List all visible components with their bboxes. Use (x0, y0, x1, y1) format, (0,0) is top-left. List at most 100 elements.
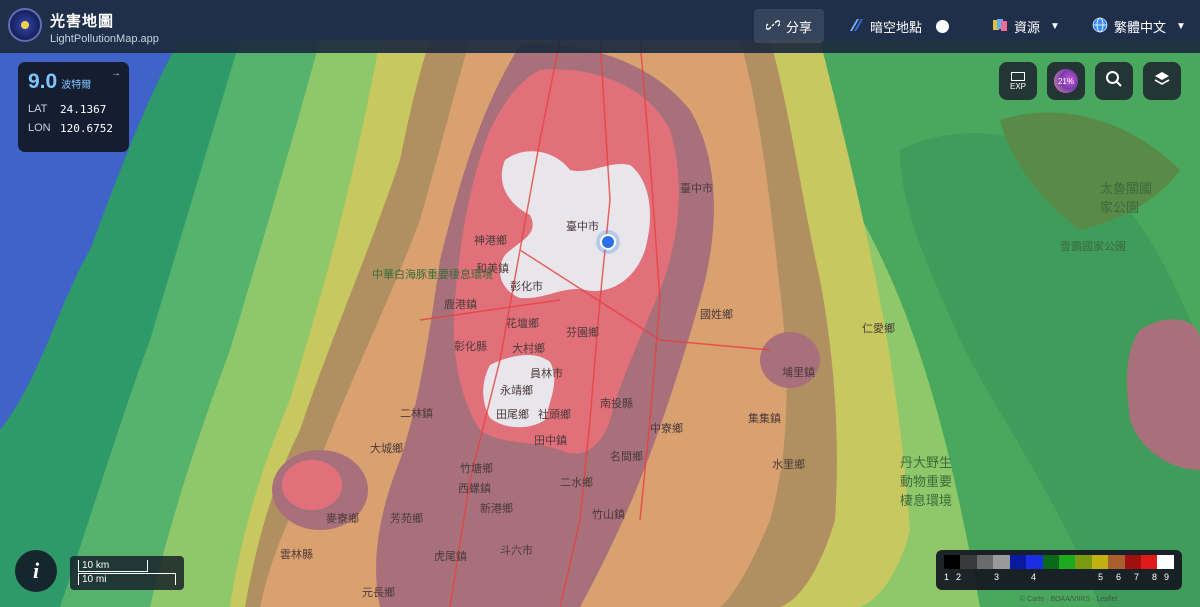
globe-icon (1092, 17, 1108, 36)
bortle-reading: 9.0 波特爾 (28, 70, 119, 94)
map-place-label: 水里鄉 (772, 459, 805, 471)
map-place-label: 國姓鄉 (700, 309, 733, 321)
map-place-label: 大城鄉 (370, 443, 403, 455)
legend-swatch (1058, 555, 1076, 569)
map-place-label: 丹大野生動物重要棲息環境 (900, 455, 953, 508)
resources-menu[interactable]: 資源 ▼ (992, 9, 1060, 43)
location-marker[interactable] (600, 234, 616, 250)
lat-label: LAT (28, 103, 48, 115)
layers-button[interactable] (1143, 62, 1181, 100)
legend-number: 8 (1152, 572, 1158, 582)
map-place-label: 西螺鎮 (458, 483, 491, 495)
resources-label: 資源 (1014, 19, 1041, 35)
map-place-label: 虎尾鎮 (434, 551, 467, 563)
legend-number: 1 (944, 572, 950, 582)
overlay-label: 21% (1057, 76, 1074, 86)
map-place-label: 芳苑鄉 (390, 513, 423, 525)
legend-swatch (944, 555, 961, 569)
legend-swatch (1009, 555, 1027, 569)
info-button[interactable]: i (15, 550, 57, 592)
map-place-label: 臺中市 (680, 183, 713, 195)
map-place-label: 鹿港鎮 (444, 299, 477, 311)
top-bar: 光害地圖 LightPollutionMap.app 分享 暗空地點 資源 ▼ (0, 0, 1200, 53)
map-place-label: 元長鄉 (362, 587, 395, 599)
bortle-value: 9.0 (28, 70, 58, 93)
map-place-label: 員林市 (530, 368, 563, 380)
map-place-label: 永靖鄉 (500, 385, 533, 397)
map-place-label: 仁愛鄉 (862, 323, 895, 335)
link-icon (765, 18, 781, 35)
search-button[interactable] (1095, 62, 1133, 100)
legend-swatch (1157, 555, 1174, 569)
legend-numbers: 12 3 4 5 6 7 89 (944, 572, 1174, 584)
overlay-button[interactable]: 21% (1047, 62, 1085, 100)
scale-bar: 10 km 10 mi (70, 556, 184, 590)
map-place-label: 二水鄉 (560, 477, 593, 489)
legend-number: 5 (1098, 572, 1104, 582)
exp-button[interactable]: EXP (999, 62, 1037, 100)
map-place-label: 芬園鄉 (566, 327, 599, 339)
map-place-label: 竹山鎮 (592, 509, 625, 521)
expand-arrow-icon[interactable]: → (111, 68, 121, 79)
map-attribution[interactable]: © Carto · BOAA/VIIRS · Leaflet (1020, 596, 1117, 603)
legend-color-bar (944, 555, 1174, 569)
map-place-label: 大村鄉 (512, 343, 545, 355)
map-place-label: 臺中市 (566, 221, 599, 233)
map-place-label: 斗六市 (500, 545, 533, 557)
legend-swatch (1091, 555, 1109, 569)
layers-icon (1153, 70, 1171, 93)
map-place-label: 竹塘鄉 (460, 463, 493, 475)
toggle-dot-icon[interactable] (936, 19, 950, 33)
dark-sites-toggle[interactable]: 暗空地點 (848, 9, 950, 43)
lat-value: 24.1367 (60, 103, 107, 116)
map-place-label: 麥寮鄉 (326, 513, 359, 525)
map-place-label: 田中鎮 (534, 435, 567, 447)
dark-sites-label: 暗空地點 (870, 19, 923, 35)
legend-swatch (993, 555, 1010, 569)
app-logo[interactable] (8, 8, 42, 42)
moon-icon: 21% (1054, 69, 1078, 93)
map-place-label: 集集鎮 (748, 413, 781, 425)
map-place-label: 二林鎮 (400, 408, 433, 420)
share-button[interactable]: 分享 (754, 9, 824, 43)
location-info-panel[interactable]: → 9.0 波特爾 LAT 24.1367 LON 120.6752 (18, 62, 129, 152)
map-place-label: 雪霸國家公園 (1060, 241, 1126, 253)
map-place-label: 神港鄉 (474, 235, 507, 247)
bortle-legend: 12 3 4 5 6 7 89 (936, 550, 1182, 590)
exp-icon (1010, 71, 1025, 81)
map-place-label: 名間鄉 (610, 451, 643, 463)
map-place-label: 中華白海豚重要棲息環境 (372, 269, 493, 281)
caret-down-icon: ▼ (1176, 20, 1186, 32)
app-title: 光害地圖 (50, 13, 115, 30)
scale-km: 10 km (78, 560, 148, 572)
legend-number: 4 (1031, 572, 1037, 582)
brand: 光害地圖 LightPollutionMap.app (50, 10, 159, 45)
bortle-unit: 波特爾 (61, 80, 92, 91)
map-place-label: 埔里鎮 (782, 367, 815, 379)
map-place-label: 彰化市 (510, 281, 543, 293)
legend-swatch (1141, 555, 1158, 569)
map-place-label: 田尾鄉 (496, 409, 529, 421)
language-menu[interactable]: 繁體中文 ▼ (1092, 9, 1186, 43)
map-app: 臺中市 臺中市 神港鄉 和美鎮 彰化市 鹿港鎮 花壇鄉 芬園鄉 彰化縣 大村鄉 員林市 永靖鄉 田尾鄉社… (0, 0, 1200, 607)
lon-label: LON (28, 122, 51, 134)
legend-number: 9 (1164, 572, 1170, 582)
scale-mi: 10 mi (78, 573, 176, 585)
map-place-label: 南投縣 (600, 398, 633, 410)
map-place-label: 新港鄉 (480, 503, 513, 515)
language-label: 繁體中文 (1114, 19, 1167, 35)
dark-sites-icon (848, 18, 864, 35)
west-core (282, 460, 342, 510)
legend-swatch (1124, 555, 1142, 569)
exp-label: EXP (1009, 81, 1026, 91)
lon-row: LON 120.6752 (28, 122, 119, 135)
map-place-label: 太魯閣國家公園 (1100, 181, 1153, 215)
app-subtitle: LightPollutionMap.app (50, 33, 159, 45)
legend-swatch (1108, 555, 1125, 569)
lon-value: 120.6752 (60, 122, 113, 135)
legend-swatch (1075, 555, 1092, 569)
map-place-label: 彰化縣 (454, 341, 487, 353)
legend-number: 2 (956, 572, 962, 582)
legend-number: 3 (994, 572, 1000, 582)
legend-swatch (960, 555, 977, 569)
